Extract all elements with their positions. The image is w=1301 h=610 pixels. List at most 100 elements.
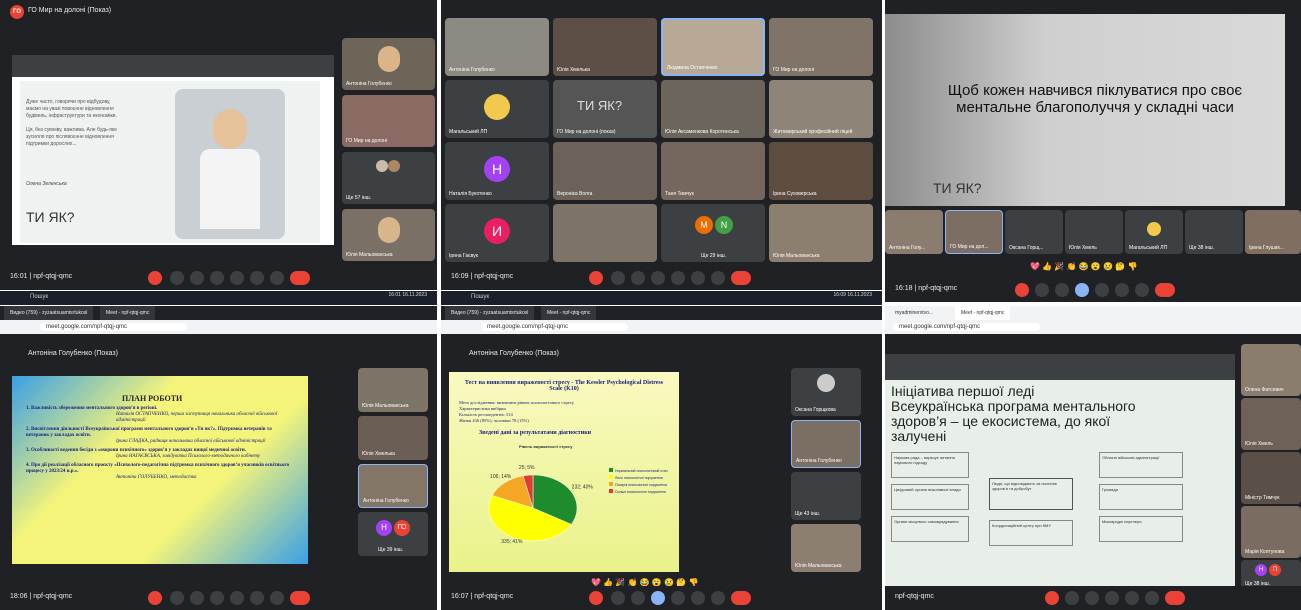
participant-tile[interactable] — [553, 204, 657, 262]
participant-tile[interactable]: M N Ще 29 інш. — [661, 204, 765, 262]
present-button[interactable] — [1095, 283, 1109, 297]
camera-button[interactable] — [1035, 283, 1049, 297]
raise-hand-button[interactable] — [1145, 591, 1159, 605]
reaction-bar[interactable]: 💖 👍 🎉 👏 😂 😮 😢 🤔 👎 — [1030, 262, 1137, 271]
participant-tile[interactable]: Магальський ЛП — [445, 80, 549, 138]
participant-tile[interactable]: Юлія Мальованська — [358, 368, 428, 412]
leave-call-button[interactable] — [731, 591, 751, 605]
participant-tile[interactable]: Юлія Хмелька — [358, 416, 428, 460]
participant-tile[interactable]: Ще 38 інш. — [1185, 210, 1243, 254]
browser-tab[interactable]: Meet - npf-qtqj-qmc — [955, 306, 1011, 320]
emoji-button[interactable] — [210, 591, 224, 605]
participant-tile[interactable]: Марія Колтунова — [1241, 506, 1301, 558]
participant-tile[interactable]: Вероніка Волга — [553, 142, 657, 200]
participant-tile[interactable]: Юлія Хмель — [1065, 210, 1123, 254]
participant-tile[interactable]: Юлія Мальованська — [791, 524, 861, 572]
participant-tile[interactable]: Антоніна Голубенко — [791, 420, 861, 468]
browser-tab[interactable]: Meet - npf-qtqj-qmc — [100, 306, 156, 320]
participant-tile[interactable]: ГО Мир на дол... — [945, 210, 1003, 254]
participant-tile[interactable]: Міністр Тимчук — [1241, 452, 1301, 504]
emoji-button[interactable] — [210, 271, 224, 285]
participant-tile[interactable]: Магальський ЛП — [1125, 210, 1183, 254]
camera-button[interactable] — [170, 591, 184, 605]
mic-button[interactable] — [1045, 591, 1059, 605]
address-bar[interactable]: meet.google.com/npf-qtqj-qmc — [0, 320, 437, 334]
browser-tab[interactable]: Meet - npf-qtqj-qmc — [541, 306, 597, 320]
leave-call-button[interactable] — [731, 271, 751, 285]
legend-swatch — [609, 468, 613, 472]
camera-button[interactable] — [611, 591, 625, 605]
captions-button[interactable] — [190, 591, 204, 605]
raise-hand-button[interactable] — [691, 591, 705, 605]
raise-hand-button[interactable] — [1115, 283, 1129, 297]
participant-tile[interactable]: Антоніна Голубенко — [342, 38, 435, 90]
participant-tile[interactable]: Людмила Остапченко — [661, 18, 765, 76]
mic-button[interactable] — [589, 591, 603, 605]
camera-button[interactable] — [611, 271, 625, 285]
mic-button[interactable] — [1015, 283, 1029, 297]
browser-tab[interactable]: myadminerstvo... — [889, 306, 940, 320]
participant-tile[interactable]: Житомирський професійний ліцей — [769, 80, 873, 138]
more-button[interactable] — [270, 271, 284, 285]
participant-tile[interactable]: ГО Мир на долоні — [769, 18, 873, 76]
participant-tile[interactable]: Юлія Аксаменкова Коротинська — [661, 80, 765, 138]
leave-call-button[interactable] — [290, 271, 310, 285]
participant-tile[interactable]: Антоніна Голу... — [885, 210, 943, 254]
leave-call-button[interactable] — [1155, 283, 1175, 297]
participant-tile[interactable]: Юлія Хмель — [1241, 398, 1301, 450]
camera-button[interactable] — [170, 271, 184, 285]
participant-tile[interactable]: Ірина Суховерська — [769, 142, 873, 200]
participant-tile[interactable]: ГО Мир на долоні — [342, 95, 435, 147]
search-box[interactable]: Пошук — [30, 294, 48, 300]
emoji-button[interactable] — [1075, 283, 1089, 297]
participant-tile[interactable]: Ще 43 інш. — [791, 472, 861, 520]
camera-button[interactable] — [1065, 591, 1079, 605]
present-button[interactable] — [230, 271, 244, 285]
address-bar[interactable]: meet.google.com/npf-qtqj-qmc — [885, 320, 1301, 334]
participant-tile[interactable]: Н ГО Ще 39 інш. — [358, 512, 428, 556]
raise-hand-button[interactable] — [250, 271, 264, 285]
participant-tile[interactable]: Юлія Мальованська — [769, 204, 873, 262]
emoji-button[interactable] — [1105, 591, 1119, 605]
participant-tile[interactable]: Антоніна Голубенко — [358, 464, 428, 508]
emoji-button[interactable] — [651, 591, 665, 605]
more-button[interactable] — [711, 271, 725, 285]
mic-button[interactable] — [148, 271, 162, 285]
search-box[interactable]: Пошук — [471, 294, 489, 300]
more-button[interactable] — [1135, 283, 1149, 297]
present-button[interactable] — [671, 271, 685, 285]
browser-tab[interactable]: Видео (759) - zyzaatsuamtsrtukosl — [4, 306, 94, 320]
captions-button[interactable] — [1085, 591, 1099, 605]
leave-call-button[interactable] — [1165, 591, 1185, 605]
captions-button[interactable] — [631, 591, 645, 605]
participant-tile[interactable]: Юлія Мальованська — [342, 209, 435, 261]
participant-tile[interactable]: Оксана Горщ... — [1005, 210, 1063, 254]
raise-hand-button[interactable] — [250, 591, 264, 605]
more-button[interactable] — [270, 591, 284, 605]
participant-tile[interactable]: Олена Фатсевич — [1241, 344, 1301, 396]
present-button[interactable] — [1125, 591, 1139, 605]
emoji-button[interactable] — [651, 271, 665, 285]
participant-tile[interactable]: Юлія Хмелька — [553, 18, 657, 76]
participant-tile[interactable]: Антоніна Голубенко — [445, 18, 549, 76]
raise-hand-button[interactable] — [691, 271, 705, 285]
present-button[interactable] — [230, 591, 244, 605]
participant-tile[interactable]: Оксана Горщкова — [791, 368, 861, 416]
participant-tile[interactable]: И Ірина Гаєвук — [445, 204, 549, 262]
present-button[interactable] — [671, 591, 685, 605]
participant-tile[interactable]: Ще 57 інш. — [342, 152, 435, 204]
captions-button[interactable] — [1055, 283, 1069, 297]
leave-call-button[interactable] — [290, 591, 310, 605]
captions-button[interactable] — [190, 271, 204, 285]
meeting-time: 16:18 — [895, 285, 913, 292]
browser-tab[interactable]: Видео (759) - zyzaatsuamtsrtukosl — [445, 306, 535, 320]
participant-tile[interactable]: Ірина Глуших... — [1245, 210, 1301, 254]
participant-tile[interactable]: Таня Тимчук — [661, 142, 765, 200]
captions-button[interactable] — [631, 271, 645, 285]
more-button[interactable] — [711, 591, 725, 605]
mic-button[interactable] — [589, 271, 603, 285]
participant-tile[interactable]: H Наталія Букотенко — [445, 142, 549, 200]
address-bar[interactable]: meet.google.com/npf-qtqj-qmc — [441, 320, 882, 334]
participant-tile[interactable]: ТИ ЯК? ГО Мир на долоні (показ) — [553, 80, 657, 138]
mic-button[interactable] — [148, 591, 162, 605]
